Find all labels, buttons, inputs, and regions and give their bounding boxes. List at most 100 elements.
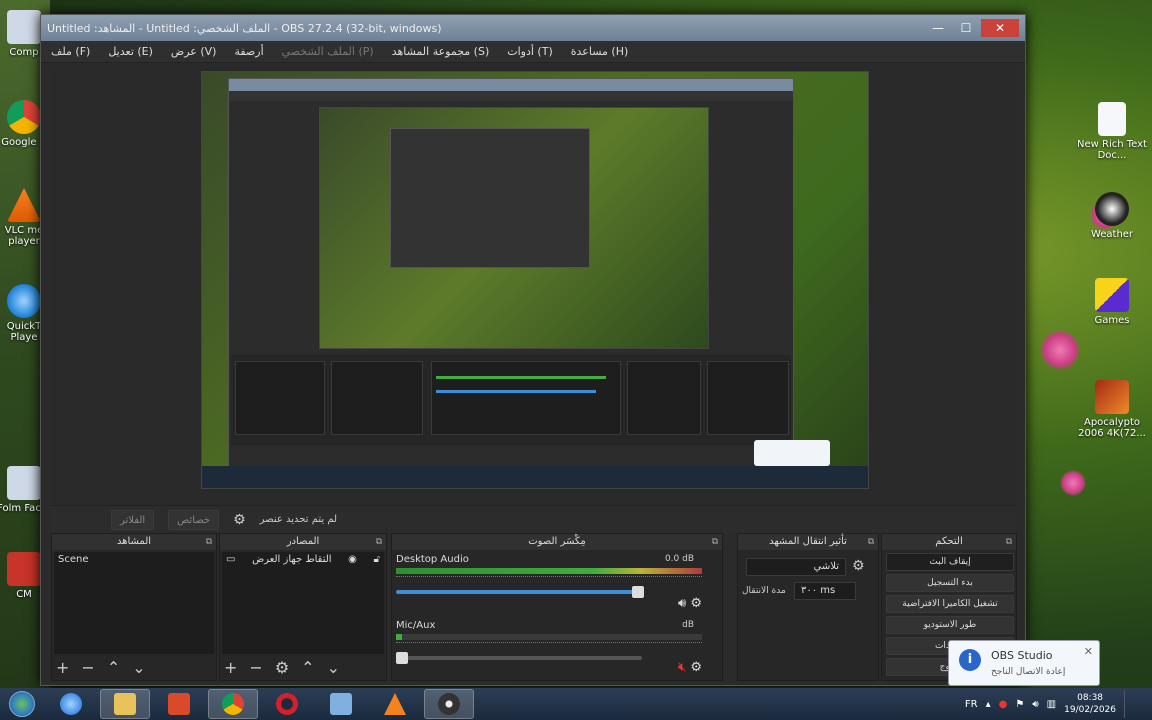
chrome-icon bbox=[222, 693, 244, 715]
move-up-icon[interactable]: ⌃ bbox=[301, 658, 314, 677]
dock-float-icon[interactable]: ⧉ bbox=[206, 534, 212, 550]
taskbar-network[interactable] bbox=[316, 689, 366, 719]
scenes-dock-toolbar: + − ⌃ ⌄ bbox=[56, 656, 212, 678]
volume-fader[interactable] bbox=[396, 586, 644, 598]
fader-handle[interactable] bbox=[396, 652, 408, 664]
sources-dock-toolbar: + − ⚙ ⌃ ⌄ bbox=[224, 656, 382, 678]
clock[interactable]: 08:38 19/02/2026 bbox=[1064, 692, 1116, 716]
desktop-icon-weather[interactable]: Weather bbox=[1076, 192, 1148, 240]
move-up-icon[interactable]: ⌃ bbox=[107, 658, 120, 677]
network-tray-icon[interactable]: ▥ bbox=[1047, 699, 1056, 710]
nested-mixer-dock bbox=[431, 361, 621, 435]
obs-icon bbox=[438, 693, 460, 715]
obs-notification-toast[interactable]: i OBS Studio إعادة الاتصال الناجح ✕ bbox=[948, 640, 1100, 686]
media-player-icon bbox=[168, 693, 190, 715]
eye-icon[interactable]: ◉ bbox=[348, 554, 357, 565]
transitions-dock-title: تأثير انتقال المشهد bbox=[769, 536, 847, 547]
scenes-dock-header: المشاهد ⧉ bbox=[52, 534, 216, 550]
filters-button[interactable]: الفلاتر bbox=[111, 509, 155, 530]
system-tray: FR ▴ ● ⚑ 🔊︎ ▥ 08:38 19/02/2026 bbox=[965, 688, 1152, 720]
start-button[interactable] bbox=[0, 688, 44, 720]
menu-docks[interactable]: أرصفة bbox=[234, 45, 263, 58]
taskbar-opera[interactable] bbox=[262, 689, 312, 719]
gear-icon[interactable]: ⚙ bbox=[275, 658, 289, 677]
list-item[interactable]: ▭ التقاط جهاز العرض ◉ 🔓︎ bbox=[222, 552, 384, 567]
move-down-icon[interactable]: ⌄ bbox=[327, 658, 340, 677]
start-recording-button[interactable]: بدء التسجيل bbox=[886, 574, 1014, 592]
menu-profile[interactable]: الملف الشخصي (P) bbox=[282, 45, 374, 58]
mixer-track-mic: Mic/Aux dB 🔇︎ ⚙ bbox=[396, 620, 702, 675]
menu-view[interactable]: عرض (V) bbox=[171, 45, 217, 58]
studio-mode-button[interactable]: طور الاستوديو bbox=[886, 616, 1014, 634]
gear-icon[interactable]: ⚙ bbox=[690, 596, 702, 611]
clock-time: 08:38 bbox=[1077, 693, 1104, 703]
speaker-icon[interactable]: 🔊︎ bbox=[678, 596, 686, 611]
no-source-selected-label: لم يتم تحديد عنصر bbox=[259, 514, 338, 525]
nested-fader bbox=[436, 390, 596, 393]
remove-icon[interactable]: − bbox=[249, 658, 262, 677]
fader-handle[interactable] bbox=[632, 586, 644, 598]
muted-speaker-icon[interactable]: 🔇︎ bbox=[678, 660, 686, 675]
duration-spinbox[interactable]: ٣٠٠ ms bbox=[794, 582, 856, 600]
network-icon bbox=[330, 693, 352, 715]
taskbar-vlc[interactable] bbox=[370, 689, 420, 719]
maximize-button[interactable]: ☐ bbox=[953, 19, 979, 37]
minimize-button[interactable]: — bbox=[925, 19, 951, 37]
flag-icon[interactable]: ⚑ bbox=[1015, 699, 1024, 710]
volume-icon[interactable]: 🔊︎ bbox=[1032, 699, 1038, 710]
dock-float-icon[interactable]: ⧉ bbox=[1006, 534, 1012, 550]
meter-ticks bbox=[396, 642, 702, 650]
desktop-icon-rich-text-doc[interactable]: New Rich Text Doc... bbox=[1076, 102, 1148, 161]
menu-edit[interactable]: تعديل (E) bbox=[108, 45, 153, 58]
desktop-icon-apocalypto[interactable]: Apocalypto 2006 4K(72... bbox=[1076, 380, 1148, 439]
source-toolbar: الفلاتر خصائص ⚙ لم يتم تحديد عنصر bbox=[51, 505, 1017, 533]
taskbar-obs[interactable] bbox=[424, 689, 474, 719]
taskbar-chrome[interactable] bbox=[208, 689, 258, 719]
info-icon: i bbox=[959, 649, 981, 671]
lock-icon[interactable]: 🔓︎ bbox=[374, 554, 380, 565]
transition-type-select[interactable]: تلاشي bbox=[746, 558, 846, 576]
taskbar-media-player[interactable] bbox=[154, 689, 204, 719]
recursive-display-capture bbox=[201, 71, 869, 489]
add-icon[interactable]: + bbox=[224, 658, 237, 677]
gear-icon[interactable]: ⚙ bbox=[233, 512, 246, 528]
sources-list[interactable]: ▭ التقاط جهاز العرض ◉ 🔓︎ bbox=[222, 552, 384, 654]
menu-file[interactable]: ملف (F) bbox=[51, 45, 90, 58]
nested-title-bar bbox=[229, 79, 793, 91]
stop-streaming-button[interactable]: إيقاف البث bbox=[886, 553, 1014, 571]
move-down-icon[interactable]: ⌄ bbox=[132, 658, 145, 677]
show-desktop-button[interactable] bbox=[1124, 690, 1136, 718]
obs-tray-icon[interactable]: ● bbox=[999, 699, 1008, 710]
taskbar-ie[interactable] bbox=[46, 689, 96, 719]
close-icon[interactable]: ✕ bbox=[1084, 645, 1093, 658]
menu-tools[interactable]: أدوات (T) bbox=[507, 45, 553, 58]
title-bar[interactable]: OBS 27.2.4 (32-bit, windows) - الملف الش… bbox=[41, 15, 1025, 41]
list-item[interactable]: Scene bbox=[54, 552, 214, 567]
preview-canvas[interactable] bbox=[51, 65, 1017, 505]
menu-scene-collection[interactable]: مجموعة المشاهد (S) bbox=[392, 45, 490, 58]
nested-obs-window bbox=[228, 78, 794, 472]
taskbar-explorer[interactable] bbox=[100, 689, 150, 719]
menu-help[interactable]: مساعدة (H) bbox=[571, 45, 629, 58]
properties-button[interactable]: خصائص bbox=[168, 509, 220, 530]
add-icon[interactable]: + bbox=[56, 658, 69, 677]
gear-icon[interactable]: ⚙ bbox=[852, 558, 865, 574]
desktop-icon-label: New Rich Text Doc... bbox=[1077, 139, 1147, 161]
close-button[interactable]: ✕ bbox=[981, 19, 1019, 37]
tray-arrow-icon[interactable]: ▴ bbox=[986, 699, 991, 710]
desktop-icon-games[interactable]: Games bbox=[1076, 278, 1148, 326]
remove-icon[interactable]: − bbox=[81, 658, 94, 677]
language-indicator[interactable]: FR bbox=[965, 699, 978, 710]
vlc-icon bbox=[384, 693, 406, 715]
volume-fader[interactable] bbox=[396, 652, 642, 664]
background-flower bbox=[1040, 330, 1080, 370]
scenes-list[interactable]: Scene bbox=[54, 552, 214, 654]
start-virtual-camera-button[interactable]: تشغيل الكاميرا الافتراضية bbox=[886, 595, 1014, 613]
dock-float-icon[interactable]: ⧉ bbox=[712, 534, 718, 550]
background-flower bbox=[1060, 470, 1086, 496]
audio-mixer-dock: مِكْسَر الصوت ⧉ Desktop Audio 0.0 dB 🔊︎ … bbox=[391, 533, 723, 681]
dock-float-icon[interactable]: ⧉ bbox=[376, 534, 382, 550]
cm-icon bbox=[7, 552, 41, 586]
dock-float-icon[interactable]: ⧉ bbox=[868, 534, 874, 550]
gear-icon[interactable]: ⚙ bbox=[690, 660, 702, 675]
